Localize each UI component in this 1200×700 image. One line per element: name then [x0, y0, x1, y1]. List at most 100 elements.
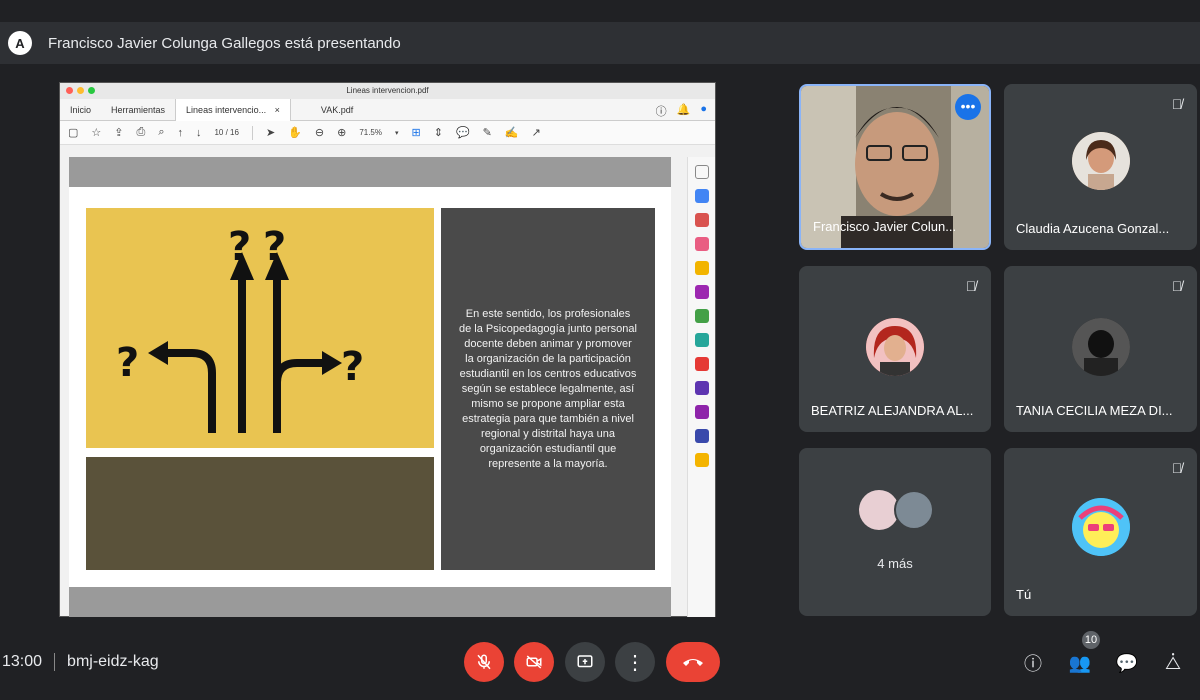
- chat-button[interactable]: 💬: [1114, 650, 1140, 676]
- participant-tile-presenter[interactable]: ••• Francisco Javier Colun...: [799, 84, 991, 250]
- maximize-window-icon[interactable]: [88, 87, 95, 94]
- close-tab-icon[interactable]: ×: [275, 105, 280, 115]
- camera-toggle-button[interactable]: [514, 642, 554, 682]
- compress-icon[interactable]: [694, 381, 709, 395]
- select-tool-icon[interactable]: ➤: [266, 126, 275, 139]
- comment-tool-icon[interactable]: [694, 261, 709, 275]
- pdf-tools-rail: [687, 157, 715, 617]
- divider: [54, 653, 56, 671]
- share-icon[interactable]: ↗: [532, 126, 541, 139]
- redact-icon[interactable]: [694, 357, 709, 371]
- save-icon[interactable]: ▢: [68, 126, 78, 139]
- activities-button[interactable]: ⧊: [1160, 650, 1186, 676]
- print-icon[interactable]: ⎙: [137, 126, 146, 139]
- upload-icon[interactable]: ⇪: [114, 126, 123, 139]
- presenting-icon: A: [8, 31, 32, 55]
- page-gap-top: [69, 157, 671, 187]
- pdf-page[interactable]: ? ? ? ? En este sentido, los profesional…: [69, 157, 671, 617]
- pen-icon[interactable]: ✎: [483, 126, 492, 139]
- mic-off-icon: 🎙̸: [1171, 96, 1183, 112]
- search-icon[interactable]: ⌕: [158, 126, 164, 139]
- window-controls[interactable]: [66, 87, 95, 94]
- chat-icon: 💬: [1115, 652, 1139, 673]
- zoom-in-icon[interactable]: ⊕: [337, 126, 346, 139]
- page-down-icon[interactable]: ↓: [196, 127, 202, 139]
- fit-page-icon[interactable]: ⊞: [412, 126, 421, 139]
- mic-off-icon: 🎙̸: [965, 278, 977, 294]
- meeting-controls-bar: 13:00 bmj-eidz-kag ⋮ ⓘ 👥 💬 ⧊: [0, 632, 1200, 700]
- tab-inicio[interactable]: Inicio: [60, 99, 101, 121]
- more-participants-tile[interactable]: 4 más: [799, 448, 991, 616]
- meeting-code[interactable]: bmj-eidz-kag: [67, 653, 159, 671]
- tab-herramientas[interactable]: Herramientas: [101, 99, 175, 121]
- file-tool-icon[interactable]: [694, 453, 709, 467]
- present-screen-button[interactable]: [565, 642, 605, 682]
- participants-button[interactable]: 👥: [1067, 650, 1093, 676]
- more-options-icon[interactable]: •••: [955, 94, 981, 120]
- participant-tile[interactable]: 🎙̸ TANIA CECILIA MEZA DI...: [1004, 266, 1197, 432]
- info-icon: ⓘ: [1024, 654, 1042, 674]
- fill-sign-icon[interactable]: [694, 285, 709, 299]
- avatar: [1072, 132, 1130, 190]
- account-icon[interactable]: ●: [700, 103, 707, 119]
- zoom-dropdown-icon[interactable]: ▾: [395, 129, 399, 137]
- more-options-button[interactable]: ⋮: [615, 642, 655, 682]
- slide-brown-block: [86, 457, 434, 570]
- slide-body-text: En este sentido, los profesionales de la…: [459, 307, 637, 470]
- leave-call-button[interactable]: [666, 642, 720, 682]
- svg-text:?: ?: [116, 340, 139, 386]
- bookmark-icon[interactable]: ☆: [91, 126, 101, 139]
- avatar: [1072, 318, 1130, 376]
- organize-pages-icon[interactable]: [694, 309, 709, 323]
- mic-off-icon: [477, 654, 491, 670]
- comment-icon[interactable]: 💬: [456, 126, 470, 139]
- export-pdf-icon[interactable]: [694, 213, 709, 227]
- svg-text:?: ?: [263, 224, 286, 270]
- page-up-icon[interactable]: ↑: [177, 127, 183, 139]
- svg-text:?: ?: [341, 344, 364, 390]
- slide-text-panel: En este sentido, los profesionales de la…: [441, 208, 655, 570]
- participant-tile[interactable]: 🎙̸ BEATRIZ ALEJANDRA AL...: [799, 266, 991, 432]
- hand-tool-icon[interactable]: ✋: [288, 126, 302, 139]
- avatar: [866, 318, 924, 376]
- avatar: [859, 490, 899, 530]
- mic-off-icon: 🎙̸: [1171, 278, 1183, 294]
- create-pdf-icon[interactable]: [694, 237, 709, 251]
- zoom-level[interactable]: 71.5%: [359, 128, 382, 137]
- bell-icon[interactable]: 🔔: [677, 103, 691, 119]
- tab-lineas-intervencion[interactable]: Lineas intervencio... ×: [175, 98, 291, 121]
- page-gap-bottom: [69, 587, 671, 617]
- slide-image-arrows: ? ? ? ?: [86, 208, 434, 448]
- scroll-mode-icon[interactable]: ⇕: [434, 126, 443, 139]
- meeting-info: 13:00 bmj-eidz-kag: [2, 653, 159, 671]
- svg-text:?: ?: [228, 224, 251, 270]
- pdf-toolbar: ▢ ☆ ⇪ ⎙ ⌕ ↑ ↓ 10 / 16 ➤ ✋ ⊖ ⊕ 71.5% ▾ ⊞ …: [60, 121, 715, 145]
- tab-vak[interactable]: VAK.pdf: [311, 99, 363, 121]
- meeting-time: 13:00: [2, 653, 43, 670]
- pen-tool-icon[interactable]: [694, 429, 709, 443]
- arrows-question-illustration: ? ? ? ?: [116, 224, 364, 433]
- minimize-window-icon[interactable]: [77, 87, 84, 94]
- shapes-icon: ⧊: [1164, 652, 1182, 673]
- sign-icon[interactable]: ✍: [505, 126, 519, 139]
- help-icon[interactable]: ⓘ: [656, 103, 667, 119]
- search-tool-icon[interactable]: [694, 165, 709, 179]
- close-window-icon[interactable]: [66, 87, 73, 94]
- zoom-out-icon[interactable]: ⊖: [315, 126, 324, 139]
- page-indicator[interactable]: 10 / 16: [214, 128, 238, 137]
- avatar: [894, 490, 934, 530]
- participant-tile[interactable]: 🎙̸ Claudia Azucena Gonzal...: [1004, 84, 1197, 250]
- protect-icon[interactable]: [694, 333, 709, 347]
- toolbar-separator: [251, 125, 253, 140]
- self-tile[interactable]: 🎙̸ Tú: [1004, 448, 1197, 616]
- mic-toggle-button[interactable]: [464, 642, 504, 682]
- participant-name: Tú: [1016, 587, 1032, 602]
- meeting-details-button[interactable]: ⓘ: [1020, 650, 1046, 676]
- more-vert-icon: ⋮: [625, 651, 645, 674]
- participant-name: Francisco Javier Colun...: [813, 219, 957, 234]
- people-icon: 👥: [1068, 652, 1092, 673]
- edit-pdf-icon[interactable]: [694, 189, 709, 203]
- window-title: Lineas intervencion.pdf: [346, 86, 429, 95]
- more-tools-icon[interactable]: [694, 405, 709, 419]
- end-call-icon: [683, 659, 703, 666]
